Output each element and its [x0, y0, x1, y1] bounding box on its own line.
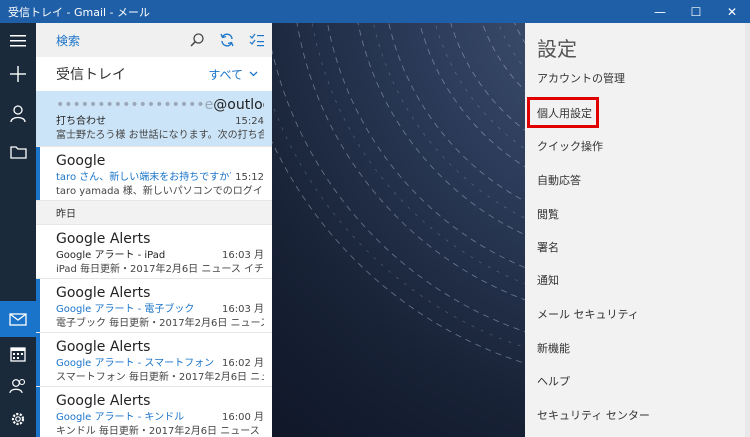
message-time: 16:02 月 [222, 358, 264, 369]
message-time: 16:03 月 [222, 250, 264, 261]
message-item[interactable]: Google Alerts Google アラート - スマートフォン 16:02… [36, 333, 272, 387]
inbox-title: 受信トレイ [56, 67, 126, 83]
settings-item-mail-security[interactable]: メール セキュリティ [537, 305, 639, 325]
message-item[interactable]: ••••••••••••••••••e@outlook.jp 打ち合わせ 15:2… [36, 91, 272, 147]
title-bar: 受信トレイ - Gmail - メール — ☐ ✕ [0, 0, 750, 23]
message-item[interactable]: Google Alerts Google アラート - iPad 16:03 月 … [36, 225, 272, 279]
message-preview: 電子ブック 毎日更新・2017年2月6日 ニュース [56, 318, 264, 329]
message-preview: 富士野たろう様 お世話になります。次の打ち合わ [56, 130, 264, 141]
settings-title: 設定 [537, 37, 577, 61]
settings-item-trust-center[interactable]: セキュリティ センター [537, 406, 650, 426]
chevron-down-icon [249, 71, 258, 77]
minimize-button[interactable]: — [642, 0, 678, 23]
message-sender: Google [56, 153, 106, 169]
filter-dropdown[interactable]: すべて [208, 66, 258, 83]
message-subject: 打ち合わせ [56, 116, 106, 127]
message-subject: Google アラート - スマートフォン [56, 358, 215, 369]
message-sender: Google Alerts [56, 285, 151, 301]
settings-gear-icon[interactable] [0, 401, 36, 437]
settings-item-help[interactable]: ヘルプ [537, 372, 570, 392]
message-time: 16:00 月 [222, 412, 264, 423]
message-sender: Google Alerts [56, 231, 151, 247]
close-button[interactable]: ✕ [714, 0, 750, 23]
message-time: 15:12 [235, 172, 264, 183]
settings-scrollbar[interactable] [745, 23, 750, 437]
settings-item-auto-reply[interactable]: 自動応答 [537, 171, 581, 191]
message-subject: Google アラート - 電子ブック [56, 304, 195, 315]
message-item[interactable]: Google Alerts Google アラート - キンドル 16:00 月 … [36, 387, 272, 437]
star-trails-image [272, 23, 525, 364]
list-toolbar: 検索 [36, 23, 272, 57]
sender-domain: @outlook.jp [213, 97, 264, 113]
highlight-box [527, 97, 599, 128]
settings-item-reading[interactable]: 閲覧 [537, 205, 559, 225]
message-sender: ••••••••••••••••••e@outlook.jp [56, 96, 264, 115]
settings-item-quick-actions[interactable]: クイック操作 [537, 137, 603, 157]
folder-icon[interactable] [0, 134, 36, 170]
maximize-button[interactable]: ☐ [678, 0, 714, 23]
search-icon[interactable] [182, 23, 212, 57]
sync-icon[interactable] [212, 23, 242, 57]
message-preview: iPad 毎日更新・2017年2月6日 ニュース イチオ [56, 264, 264, 275]
message-subject: taro さん、新しい端末をお持ちですか？Window [56, 172, 231, 183]
new-mail-plus-icon[interactable] [0, 56, 36, 92]
account-person-icon[interactable] [0, 95, 36, 131]
message-preview: taro yamada 様、新しいパソコンでのログインに成功 [56, 186, 264, 197]
settings-pane: 設定 アカウントの管理 個人用設定 クイック操作 自動応答 閲覧 署名 通知 メ… [525, 23, 750, 437]
hamburger-menu-icon[interactable] [0, 23, 36, 59]
reading-pane-background [272, 23, 525, 437]
sender-redacted: ••••••••••••••••••e [56, 97, 214, 113]
message-item[interactable]: Google Alerts Google アラート - 電子ブック 16:03 月… [36, 279, 272, 333]
message-subject: Google アラート - キンドル [56, 412, 185, 423]
message-subject: Google アラート - iPad [56, 250, 166, 261]
search-input[interactable]: 検索 [56, 32, 182, 49]
message-time: 15:24 [235, 116, 264, 127]
mail-icon[interactable] [0, 301, 36, 337]
message-sender: Google Alerts [56, 393, 151, 409]
settings-item-whats-new[interactable]: 新機能 [537, 339, 570, 359]
message-sender: Google Alerts [56, 339, 151, 355]
message-preview: スマートフォン 毎日更新・2017年2月6日 ニュース [56, 372, 264, 383]
message-time: 16:03 月 [222, 304, 264, 315]
message-list: 検索 受信トレイ すべて ••••••••••••••••••e@outlook… [36, 23, 272, 437]
settings-item-account-management[interactable]: アカウントの管理 [537, 69, 625, 89]
settings-item-signature[interactable]: 署名 [537, 238, 559, 258]
people-icon[interactable] [0, 368, 36, 404]
inbox-header: 受信トレイ すべて [36, 57, 272, 91]
message-preview: キンドル 毎日更新・2017年2月6日 ニュース [56, 426, 260, 437]
settings-item-notifications[interactable]: 通知 [537, 271, 559, 291]
calendar-icon[interactable] [0, 336, 36, 372]
select-mode-icon[interactable] [242, 23, 272, 57]
nav-rail [0, 23, 36, 437]
message-item[interactable]: Google taro さん、新しい端末をお持ちですか？Window15:12 … [36, 147, 272, 201]
group-header-yesterday: 昨日 [36, 201, 272, 225]
window-title: 受信トレイ - Gmail - メール [8, 5, 151, 19]
filter-label: すべて [208, 67, 243, 82]
